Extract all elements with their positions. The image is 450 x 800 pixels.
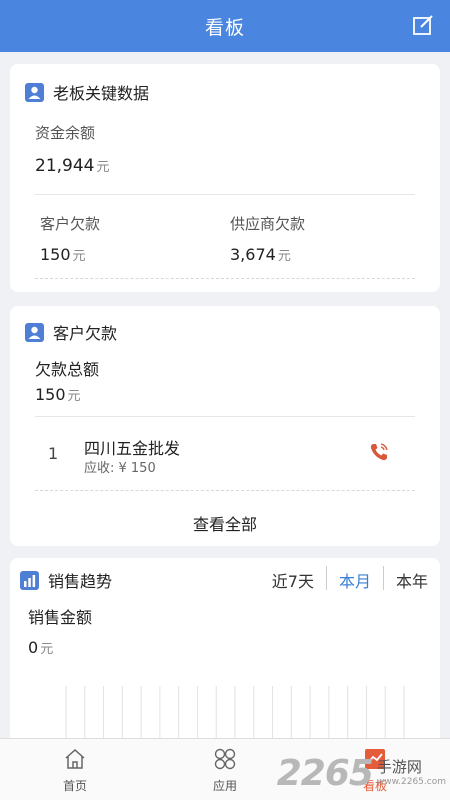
divider	[35, 490, 415, 491]
row-index: 1	[48, 444, 59, 463]
fund-balance: 21,944 元	[35, 156, 110, 176]
sales-amount-value: 0	[28, 638, 39, 657]
supplier-debt: 3,674 元	[230, 245, 291, 264]
range-7days[interactable]: 近7天	[260, 566, 326, 594]
watermark-text: 手游网	[376, 758, 422, 776]
tab-home-label: 首页	[62, 779, 87, 793]
total-debt-label: 欠款总额	[35, 360, 100, 379]
watermark-right: 手游网 www.2265.com	[377, 760, 446, 787]
app-header: 看板	[0, 0, 450, 52]
sales-card-header: 销售趋势	[20, 568, 112, 592]
edit-icon[interactable]	[412, 14, 434, 36]
person-icon	[25, 82, 44, 102]
bar-chart-icon	[20, 570, 39, 590]
sales-amount-label: 销售金额	[28, 608, 93, 627]
watermark: 2265 手游网 www.2265.com	[277, 753, 446, 794]
customer-debt-card: 客户欠款 欠款总额 150 元 1 四川五金批发 应收: ¥ 150 查看全部	[10, 306, 440, 546]
divider	[35, 278, 415, 279]
boss-card-header: 老板关键数据	[25, 80, 149, 104]
tab-home[interactable]: 首页	[0, 739, 150, 800]
customer-card-header: 客户欠款	[25, 320, 117, 344]
apps-icon	[214, 748, 236, 770]
tab-apps-label: 应用	[212, 779, 237, 793]
total-debt-unit: 元	[67, 389, 81, 404]
range-this-month[interactable]: 本月	[327, 566, 383, 594]
phone-call-icon[interactable]	[369, 442, 389, 462]
fund-balance-unit: 元	[96, 160, 110, 175]
divider	[35, 416, 415, 417]
sales-card-title: 销售趋势	[48, 572, 113, 591]
range-this-year[interactable]: 本年	[384, 566, 440, 594]
sales-amount-unit: 元	[40, 642, 54, 657]
fund-balance-value: 21,944	[35, 156, 95, 176]
watermark-url: www.2265.com	[376, 777, 446, 787]
supplier-debt-unit: 元	[277, 249, 291, 264]
supplier-debt-label: 供应商欠款	[230, 215, 306, 233]
receivable-amount: 应收: ¥ 150	[84, 461, 156, 476]
fund-balance-label: 资金余额	[35, 124, 96, 142]
customer-card-title: 客户欠款	[53, 324, 118, 343]
customer-name: 四川五金批发	[84, 439, 181, 458]
total-debt-value: 150	[35, 385, 66, 404]
sales-amount: 0元	[28, 638, 53, 657]
total-debt: 150 元	[35, 385, 81, 404]
boss-card-title: 老板关键数据	[53, 84, 150, 103]
watermark-number: 2265	[276, 753, 374, 794]
range-selector: 近7天 本月 本年	[260, 566, 440, 594]
customer-debt-unit: 元	[72, 249, 86, 264]
view-all-button[interactable]: 查看全部	[10, 511, 440, 535]
customer-debt-value: 150	[40, 245, 71, 264]
divider	[35, 194, 415, 195]
home-icon	[65, 748, 85, 769]
customer-debt-label: 客户欠款	[40, 215, 101, 233]
list-item[interactable]: 1 四川五金批发 应收: ¥ 150	[35, 426, 415, 480]
page-title: 看板	[204, 16, 245, 39]
person-icon	[25, 322, 44, 342]
boss-key-data-card: 老板关键数据 资金余额 21,944 元 客户欠款 150 元 供应商欠款 3,67…	[10, 64, 440, 292]
customer-debt: 150 元	[40, 245, 86, 264]
supplier-debt-value: 3,674	[230, 245, 276, 264]
